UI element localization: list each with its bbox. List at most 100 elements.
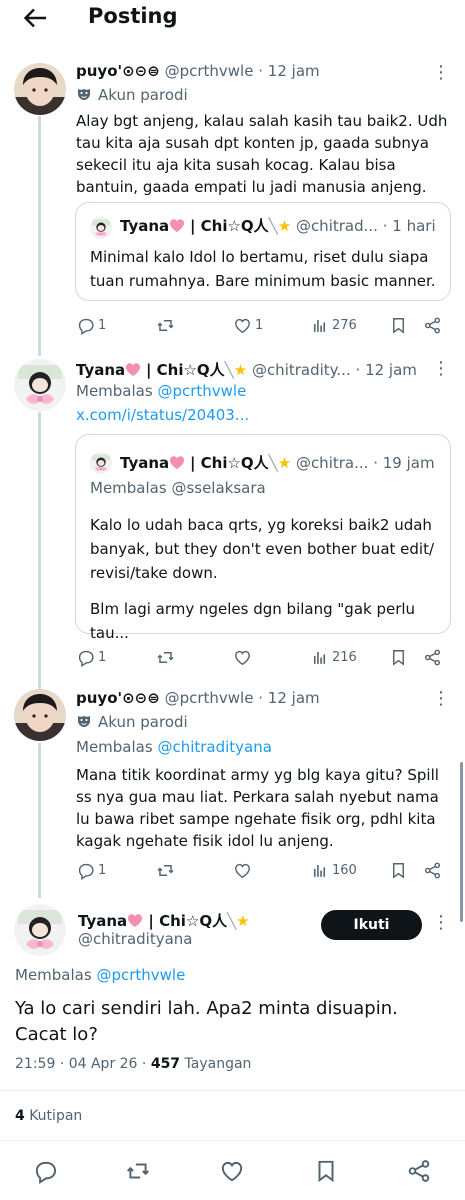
reply-button[interactable] bbox=[32, 1158, 58, 1184]
views-icon bbox=[310, 648, 329, 667]
share-icon bbox=[423, 316, 442, 335]
views-button[interactable]: 276 bbox=[310, 314, 357, 336]
share-icon bbox=[423, 648, 442, 667]
bookmark-button[interactable] bbox=[389, 314, 408, 336]
share-button[interactable] bbox=[423, 314, 442, 336]
action-bar: 1 1 276 bbox=[76, 314, 446, 336]
quoted-post[interactable]: Tyana | Chi☆Q人╲★ @chitrad... · 1 hari Mi… bbox=[75, 202, 451, 301]
action-bar: 1 216 bbox=[76, 646, 446, 668]
repost-icon bbox=[156, 861, 175, 880]
like-button[interactable]: 1 bbox=[233, 314, 263, 336]
divider bbox=[0, 1090, 465, 1091]
author-name: Tyana bbox=[120, 217, 170, 235]
follow-button[interactable]: Ikuti bbox=[321, 910, 422, 940]
post-text: Ya lo cari sendiri lah. Apa2 minta disua… bbox=[15, 998, 398, 1045]
avatar[interactable] bbox=[14, 689, 66, 741]
bookmark-button[interactable] bbox=[389, 646, 408, 668]
reply-prefix: Membalas bbox=[15, 966, 92, 984]
author-name[interactable]: puyo'⊙⊝⊜ bbox=[76, 62, 160, 80]
parody-text: Akun parodi bbox=[98, 713, 188, 731]
share-button[interactable] bbox=[423, 859, 442, 881]
star-emoji: ★ bbox=[233, 361, 248, 379]
status-link[interactable]: x.com/i/status/20403... bbox=[76, 406, 249, 424]
bookmark-icon bbox=[313, 1158, 339, 1184]
post-text: Alay bgt anjeng, kalau salah kasih tau b… bbox=[76, 112, 448, 196]
quotes-label: Kutipan bbox=[29, 1108, 83, 1124]
pink-heart-emoji bbox=[128, 914, 143, 927]
main-action-bar bbox=[0, 1158, 465, 1188]
like-icon bbox=[233, 861, 252, 880]
more-icon[interactable]: ⋮ bbox=[432, 914, 450, 932]
share-button[interactable] bbox=[406, 1158, 432, 1184]
bookmark-icon bbox=[389, 316, 408, 335]
like-button[interactable] bbox=[233, 646, 252, 668]
page-title: Posting bbox=[88, 4, 178, 28]
quotes-link[interactable]: 4 Kutipan bbox=[15, 1108, 82, 1124]
views-label: Tayangan bbox=[184, 1056, 252, 1072]
parody-label: Akun parodi bbox=[76, 713, 188, 731]
reply-to-link[interactable]: @chitradityana bbox=[157, 738, 272, 756]
post-time[interactable]: 21:59 bbox=[15, 1056, 55, 1072]
quoted-text: Blm lagi army ngeles dgn bilang "gak per… bbox=[90, 600, 416, 642]
repost-icon bbox=[156, 316, 175, 335]
like-button[interactable] bbox=[219, 1158, 245, 1184]
back-arrow-icon[interactable] bbox=[22, 6, 48, 30]
author-name[interactable]: Tyana bbox=[76, 361, 125, 379]
reply-button[interactable]: 1 bbox=[76, 314, 106, 336]
separator: · bbox=[258, 62, 264, 80]
action-bar: 1 160 bbox=[76, 859, 446, 881]
parody-label: Akun parodi bbox=[76, 86, 188, 104]
quoted-post[interactable]: Tyana | Chi☆Q人╲★ @chitra... · 19 jam Mem… bbox=[75, 434, 451, 642]
more-icon[interactable]: ⋮ bbox=[432, 360, 450, 378]
bookmark-button[interactable] bbox=[313, 1158, 339, 1184]
author-handle[interactable]: @chitradity... bbox=[252, 361, 351, 379]
avatar[interactable] bbox=[14, 359, 66, 411]
divider bbox=[0, 1140, 465, 1141]
spoon-emoji: ╲ bbox=[268, 454, 278, 472]
quoted-text: Kalo lo udah baca qrts, yg koreksi baik2… bbox=[90, 516, 435, 582]
post-time[interactable]: 12 jam bbox=[268, 62, 320, 80]
reply-button[interactable]: 1 bbox=[76, 859, 106, 881]
thread-line bbox=[38, 743, 41, 898]
pink-heart-emoji bbox=[126, 363, 141, 376]
author-name[interactable]: Tyana bbox=[78, 912, 127, 930]
star-emoji: ★ bbox=[277, 217, 292, 235]
quoted-text: Minimal kalo Idol lo bertamu, riset dulu… bbox=[90, 248, 436, 290]
views-button[interactable]: 160 bbox=[310, 859, 357, 881]
like-button[interactable] bbox=[233, 859, 252, 881]
separator: · bbox=[382, 217, 388, 235]
separator: · bbox=[355, 361, 361, 379]
separator: · bbox=[59, 1056, 69, 1072]
repost-button[interactable] bbox=[156, 859, 175, 881]
more-icon[interactable]: ⋮ bbox=[432, 690, 450, 708]
repost-button[interactable] bbox=[125, 1158, 151, 1184]
post-time[interactable]: 12 jam bbox=[365, 361, 417, 379]
post-time[interactable]: 12 jam bbox=[268, 689, 320, 707]
scrollbar[interactable] bbox=[460, 762, 463, 922]
pink-heart-emoji bbox=[170, 456, 185, 469]
repost-icon bbox=[125, 1158, 151, 1184]
views-icon bbox=[310, 316, 329, 335]
separator: · bbox=[258, 689, 264, 707]
reply-to-link[interactable]: @pcrthvwle bbox=[157, 382, 246, 400]
avatar[interactable] bbox=[14, 63, 66, 115]
like-icon bbox=[233, 648, 252, 667]
reply-icon bbox=[76, 648, 95, 667]
reply-button[interactable]: 1 bbox=[76, 646, 106, 668]
more-icon[interactable]: ⋮ bbox=[432, 64, 450, 82]
post-date[interactable]: 04 Apr 26 bbox=[69, 1056, 138, 1072]
parody-mask-icon bbox=[76, 713, 92, 729]
repost-button[interactable] bbox=[156, 314, 175, 336]
reply-to-link[interactable]: @pcrthvwle bbox=[96, 966, 185, 984]
views-button[interactable]: 216 bbox=[310, 646, 357, 668]
author-handle[interactable]: @chitradityana bbox=[78, 930, 193, 948]
author-name[interactable]: puyo'⊙⊝⊜ bbox=[76, 689, 160, 707]
avatar[interactable] bbox=[14, 904, 66, 956]
author-handle[interactable]: @pcrthvwle bbox=[165, 689, 254, 707]
share-icon bbox=[406, 1158, 432, 1184]
author-handle[interactable]: @pcrthvwle bbox=[165, 62, 254, 80]
share-button[interactable] bbox=[423, 646, 442, 668]
like-icon bbox=[219, 1158, 245, 1184]
bookmark-button[interactable] bbox=[389, 859, 408, 881]
repost-button[interactable] bbox=[156, 646, 175, 668]
